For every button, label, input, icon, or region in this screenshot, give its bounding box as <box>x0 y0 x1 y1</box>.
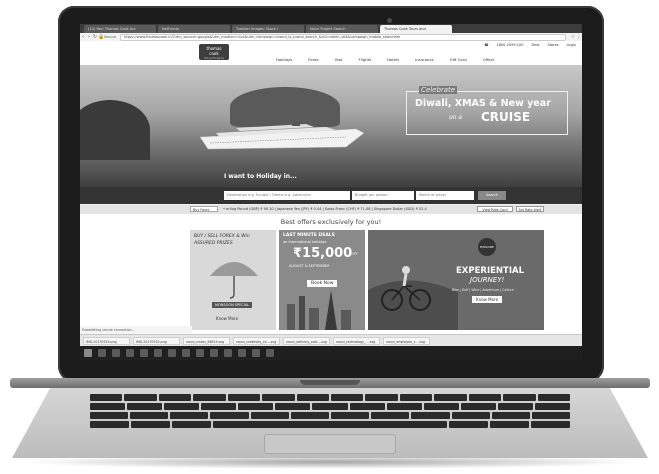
cruise-promo-box: Celebrate Diwali, XMAS & New year on a C… <box>406 86 568 135</box>
header-link-stores[interactable]: Stores <box>547 43 558 47</box>
nav-item-holidays[interactable]: Holidays <box>276 57 292 62</box>
taskbar-app-icon[interactable] <box>196 349 204 357</box>
laptop-screen: (14) Your Thomas Cook Acc NetFunda Tumbl… <box>80 24 582 360</box>
taskbar-app-icon[interactable] <box>252 349 260 357</box>
card-headline: EXPERIENTIAL <box>456 266 524 276</box>
nav-item-gift-card[interactable]: Gift Card <box>450 57 467 62</box>
browser-status-text: Establishing secure connection... <box>80 326 192 334</box>
download-item[interactable]: IMG-20170515.png <box>83 337 130 345</box>
card-text: on International holidays <box>283 240 327 244</box>
card-badge: MONSOON SPECIAL <box>212 302 253 308</box>
nav-item-visa[interactable]: Visa <box>335 57 343 62</box>
browser-tab-active[interactable]: Thomas Cook Tours and <box>380 25 452 33</box>
site-header: thomas cook Travel Experts ☎ 1800-2099-1… <box>80 41 582 65</box>
card-text: BUY / SELL FOREX & Win <box>194 234 250 239</box>
holiday-search-bar: Destination e.g. Europe / Theme e.g. Adv… <box>80 187 582 204</box>
forex-ticker: Buy Forex • erling Pound (GBP) ₹ 90.10 |… <box>80 205 582 214</box>
taskbar-app-icon[interactable] <box>210 349 218 357</box>
explore-badge: EXPLORE <box>478 238 496 256</box>
view-rate-card-button[interactable]: View Rate Card <box>477 206 513 212</box>
main-nav: Holidays Forex Visa Flights Hotels Insur… <box>276 57 494 62</box>
download-item[interactable]: nouvi_delivery_cole....svg <box>283 337 330 345</box>
taskbar-app-icon[interactable] <box>168 349 176 357</box>
trackpad <box>264 434 396 454</box>
book-now-button[interactable]: Book Now <box>307 280 338 287</box>
promo-line1: Celebrate <box>419 86 458 94</box>
offer-card-forex[interactable]: BUY / SELL FOREX & Win ASSURED PRIZES MO… <box>190 230 276 330</box>
nav-item-forex[interactable]: Forex <box>308 57 318 62</box>
header-link-login[interactable]: Login <box>567 43 576 47</box>
browser-tab-bar: (14) Your Thomas Cook Acc NetFunda Tumbl… <box>80 24 582 33</box>
download-item[interactable]: nouvi_technology_....svg <box>333 337 380 345</box>
card-price-suffix: OFF <box>351 252 358 256</box>
city-skyline-image <box>287 290 351 330</box>
download-item[interactable]: nouvi_mixes_94819.svg <box>183 337 230 345</box>
nav-item-hotels[interactable]: Hotels <box>387 57 399 62</box>
taskbar-app-icon[interactable] <box>224 349 232 357</box>
budget-select[interactable]: Budget per person <box>352 191 414 200</box>
brand-logo[interactable]: thomas cook Travel Experts <box>199 44 229 60</box>
header-link-deal[interactable]: Deal <box>532 43 540 47</box>
phone-icon: ☎ <box>484 43 489 47</box>
browser-tab[interactable]: Tumbler Images: Stock i <box>232 25 304 33</box>
browser-tab[interactable]: NetFunda <box>158 25 230 33</box>
nav-item-insurance[interactable]: Insurance <box>415 57 434 62</box>
hinge-notch <box>300 380 360 385</box>
card-text: Bike | Golf | Wine | Adventure | Culture <box>452 288 514 292</box>
laptop-base <box>10 378 650 458</box>
offer-card-last-minute[interactable]: LAST MINUTE DEALS on International holid… <box>279 230 365 330</box>
header-utility-links: ☎ 1800-2099-100 Deal Stores Login <box>484 43 576 47</box>
umbrella-icon <box>210 262 258 299</box>
nav-item-offers[interactable]: Offers <box>483 57 494 62</box>
taskbar-app-icon[interactable] <box>266 349 274 357</box>
island-graphic <box>80 100 150 160</box>
forex-select[interactable]: Buy Forex <box>190 206 218 212</box>
keyboard <box>89 394 571 432</box>
offer-card-experiential[interactable]: EXPLORE EXPERIENTIAL JOURNEY! Bike | Gol… <box>368 230 544 330</box>
know-more-button[interactable]: Know More <box>216 316 238 321</box>
holiday-search-heading: I want to Holiday in... <box>224 173 297 180</box>
know-more-button[interactable]: Know More <box>472 296 503 303</box>
browser-tab[interactable]: Voice Project Search <box>306 25 378 33</box>
set-rate-alert-button[interactable]: Set Rate Alert <box>516 206 544 212</box>
taskbar-app-icon[interactable] <box>98 349 106 357</box>
cyclist-image <box>368 230 544 330</box>
browser-tab[interactable]: (14) Your Thomas Cook Acc <box>84 25 156 33</box>
promo-headline: Diwali, XMAS & New year <box>415 98 551 109</box>
taskbar-app-icon[interactable] <box>182 349 190 357</box>
search-button[interactable]: Search <box>478 191 506 200</box>
card-price: ₹15,000 <box>293 246 353 261</box>
os-taskbar <box>80 346 582 360</box>
hero-banner[interactable]: Celebrate Diwali, XMAS & New year on a C… <box>80 65 582 187</box>
offers-section: Best offers exclusively for you! BUY / S… <box>80 214 582 334</box>
card-headline: JOURNEY! <box>470 276 505 284</box>
card-text: LAST MINUTE DEALS <box>283 233 335 238</box>
laptop-hinge <box>10 378 650 388</box>
download-item[interactable]: nouvi_creativity_ce....svg <box>233 337 280 345</box>
promo-cruise-text: CRUISE <box>481 110 531 124</box>
month-select[interactable]: Month of travel <box>416 191 474 200</box>
promo-line3: on a <box>449 114 463 121</box>
card-text: AUGUST & SEPTEMBER <box>289 264 330 268</box>
phone-number[interactable]: 1800-2099-100 <box>496 43 523 47</box>
url-field[interactable]: https://www.thomascook.in/?utm_source=go… <box>120 33 566 41</box>
logo-tagline: Travel Experts <box>204 56 224 60</box>
offers-heading: Best offers exclusively for you! <box>280 218 382 226</box>
nav-item-flights[interactable]: Flights <box>359 57 372 62</box>
secure-label: Secure <box>104 35 117 39</box>
download-item[interactable]: nouvi_employee_c....svg <box>383 337 430 345</box>
taskbar-app-icon[interactable] <box>112 349 120 357</box>
taskbar-app-icon[interactable] <box>238 349 246 357</box>
destination-input[interactable]: Destination e.g. Europe / Theme e.g. Adv… <box>224 191 350 200</box>
taskbar-app-icon[interactable] <box>140 349 148 357</box>
cruise-ship-image <box>199 121 365 150</box>
forex-rates-text: • erling Pound (GBP) ₹ 90.10 | Japanese … <box>223 207 427 211</box>
browser-app-icon[interactable] <box>154 349 162 357</box>
menu-icon[interactable]: ⋮ <box>576 34 582 40</box>
card-text: ASSURED PRIZES <box>194 241 233 246</box>
start-button-icon[interactable] <box>84 349 92 357</box>
taskbar-app-icon[interactable] <box>126 349 134 357</box>
webcam <box>387 18 392 23</box>
download-item[interactable]: IMG-20170515.png <box>133 337 180 345</box>
